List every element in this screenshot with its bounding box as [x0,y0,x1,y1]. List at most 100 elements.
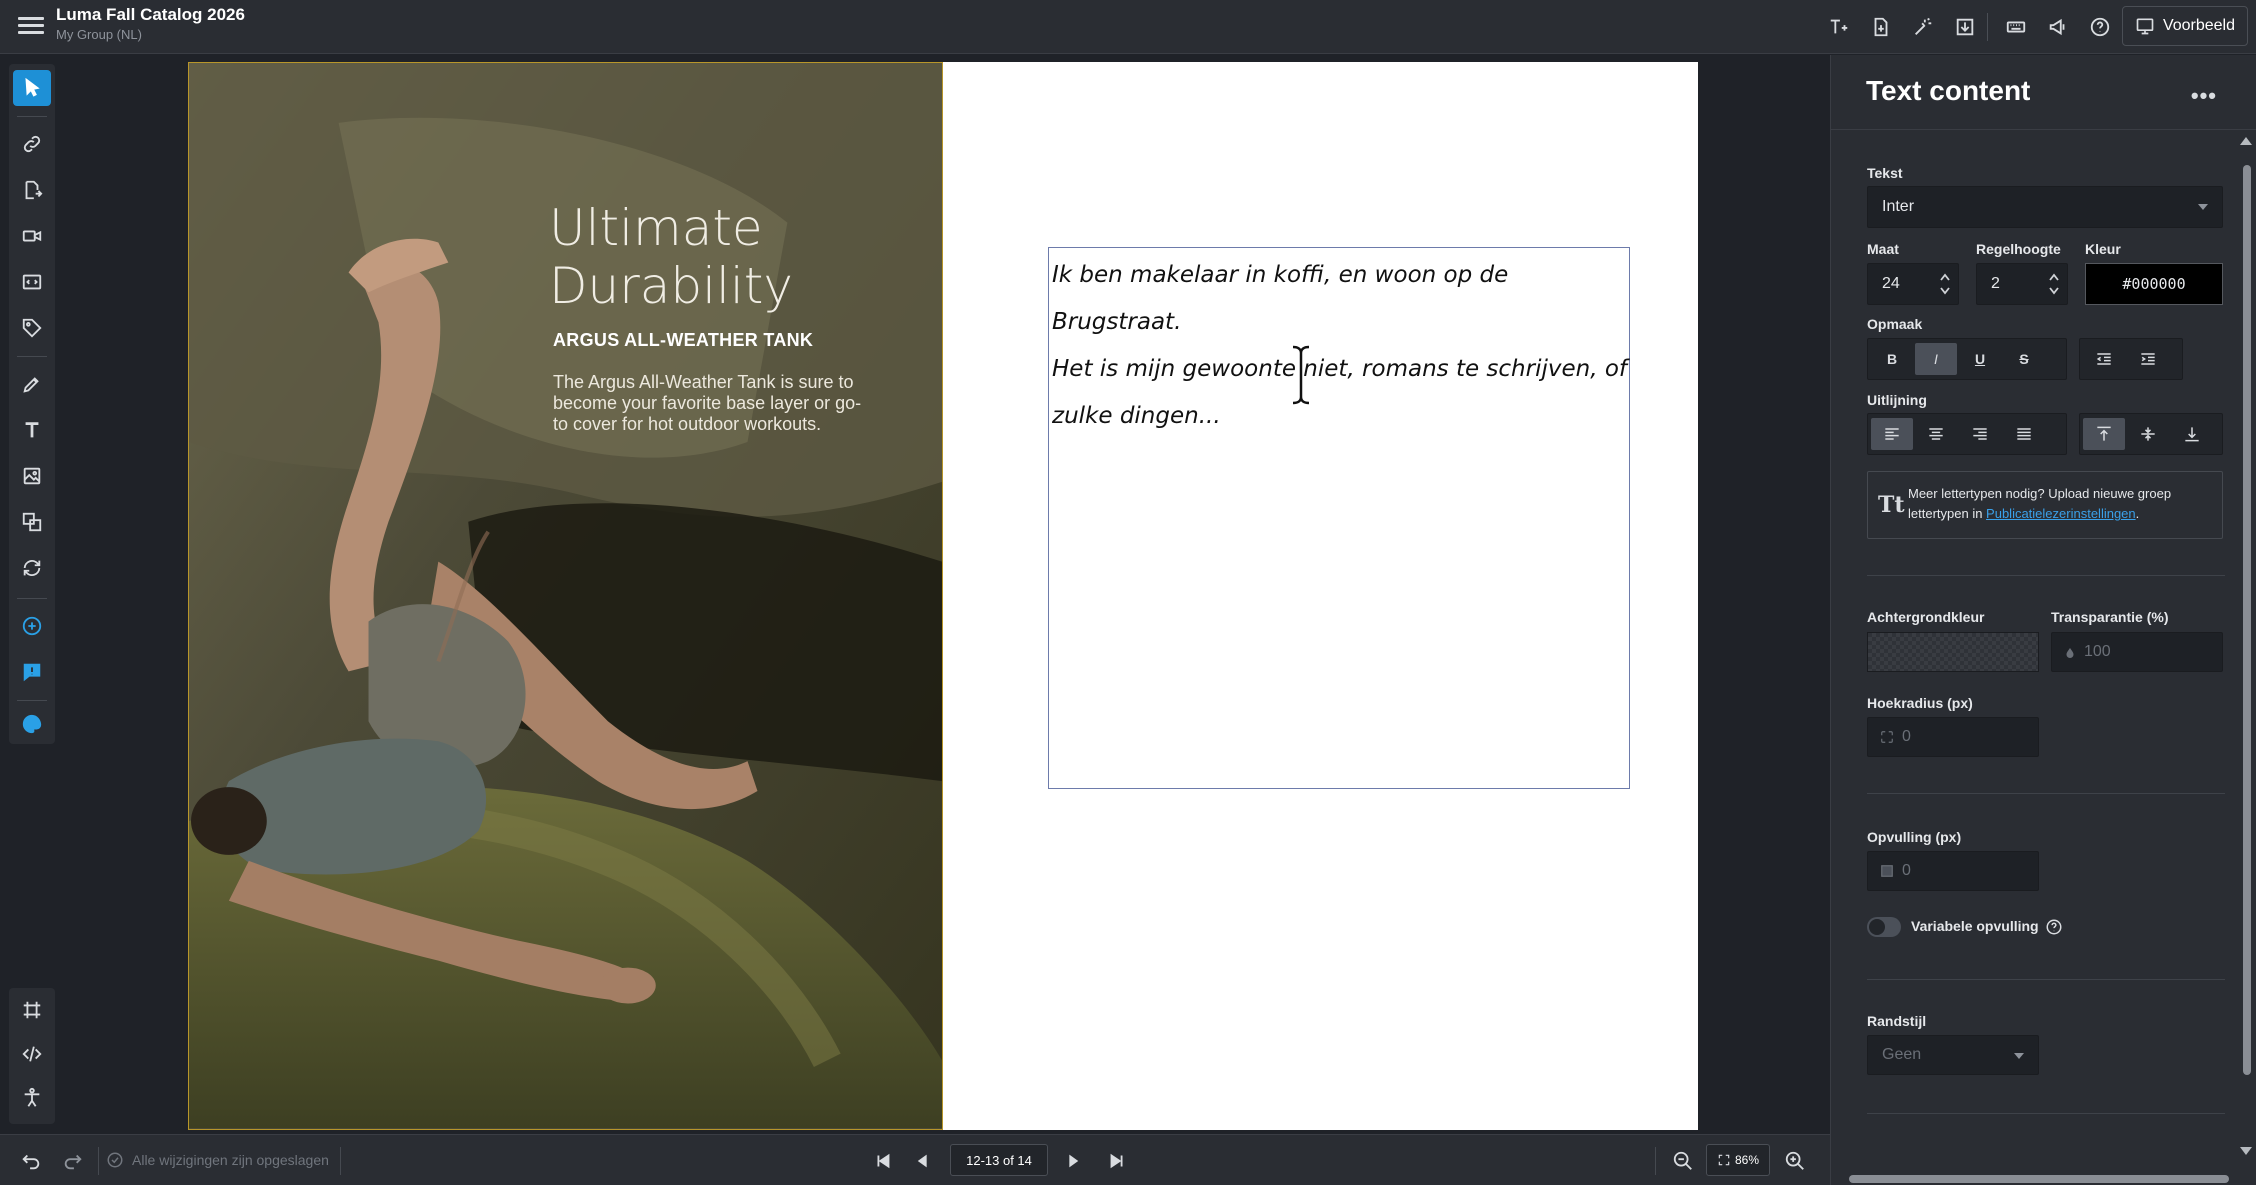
pointer-icon[interactable] [13,70,51,106]
achtergrond-label: Achtergrondkleur [1867,609,1985,625]
feedback-icon[interactable] [13,654,51,690]
line-height-value: 2 [1991,275,2000,292]
align-right-icon[interactable] [1959,418,2001,450]
palette-icon[interactable] [13,706,51,742]
last-page-icon[interactable] [1104,1148,1130,1174]
product-name[interactable]: ARGUS ALL-WEATHER TANK [553,330,813,351]
drop-icon [2066,648,2074,658]
transparency-input[interactable]: 100 [2051,632,2223,672]
preview-button[interactable]: Voorbeeld [2121,6,2248,46]
divider [1655,1147,1656,1175]
font-size-stepper[interactable]: 24 [1867,263,1959,305]
underline-button[interactable]: U [1959,343,2001,375]
zoom-out-icon[interactable] [1670,1148,1696,1174]
catalog-page-left[interactable]: Ultimate Durability ARGUS ALL-WEATHER TA… [188,62,943,1130]
zoom-level[interactable]: 86% [1706,1144,1770,1176]
corner-radius-input[interactable]: 0 [1867,717,2039,757]
border-style-value: Geen [1882,1046,1922,1063]
bottom-bar: Alle wijzigingen zijn opgeslagen 12-13 o… [0,1134,1830,1185]
opmaak-label: Opmaak [1867,316,1923,332]
page-export-icon[interactable] [13,172,51,208]
embed-code-icon[interactable] [13,264,51,300]
font-size-value: 24 [1882,275,1900,292]
fit-icon [1718,1154,1730,1166]
align-top-icon[interactable] [2083,418,2125,450]
align-justify-icon[interactable] [2003,418,2045,450]
megaphone-icon[interactable] [2040,10,2076,44]
undo-icon[interactable] [18,1148,44,1174]
page-indicator[interactable]: 12-13 of 14 [950,1144,1048,1176]
first-page-icon[interactable] [870,1148,896,1174]
format-buttons: B I U S [1867,338,2067,380]
font-upload-info: Tt Meer lettertypen nodig? Upload nieuwe… [1867,471,2223,539]
settings-link[interactable]: Publicatielezerinstellingen [1986,506,2136,521]
help-icon[interactable] [2082,10,2118,44]
text-frame-content[interactable]: Ik ben makelaar in koffi, en woon op de … [1052,252,1632,440]
panel-header: Text content ••• [1831,55,2256,130]
text-line: Het is mijn gewoonte niet, romans te sch… [1052,356,1627,382]
check-circle-icon [107,1152,123,1168]
indent-icon[interactable] [2127,343,2169,375]
border-style-select[interactable]: Geen [1867,1035,2039,1075]
text-tool-icon[interactable] [13,412,51,448]
previous-page-icon[interactable] [910,1148,936,1174]
top-actions [1815,10,2118,44]
vertical-scrollbar[interactable] [2243,165,2251,1075]
headline[interactable]: Ultimate Durability [549,199,793,315]
variable-padding-toggle[interactable] [1867,917,1901,937]
next-page-icon[interactable] [1060,1148,1086,1174]
more-options-icon[interactable]: ••• [2191,83,2217,109]
redo-icon[interactable] [60,1148,86,1174]
bold-button[interactable]: B [1871,343,1913,375]
stepper-arrows-icon[interactable] [2049,271,2059,297]
magic-wand-icon[interactable] [1905,10,1941,44]
align-middle-icon[interactable] [2127,418,2169,450]
image-icon[interactable] [13,458,51,494]
text-line: zulke dingen... [1052,403,1221,429]
padding-input[interactable]: 0 [1867,851,2039,891]
align-center-icon[interactable] [1915,418,1957,450]
stepper-arrows-icon[interactable] [1940,271,1950,297]
align-left-icon[interactable] [1871,418,1913,450]
artboard-icon[interactable] [13,992,51,1028]
outdent-icon[interactable] [2083,343,2125,375]
monitor-icon [2136,18,2154,35]
sync-icon[interactable] [13,550,51,586]
scroll-down-icon[interactable] [2240,1147,2252,1155]
color-field[interactable]: #000000 [2085,263,2223,305]
transparency-value: 100 [2084,643,2111,660]
top-bar: Luma Fall Catalog 2026 My Group (NL) Voo… [0,0,2256,54]
indent-buttons [2079,338,2183,380]
menu-icon[interactable] [18,13,44,39]
download-icon[interactable] [1947,10,1983,44]
text-cursor-icon [1292,345,1310,405]
link-icon[interactable] [13,126,51,162]
italic-button[interactable]: I [1915,343,1957,375]
document-export-icon[interactable] [1863,10,1899,44]
text-line: Ik ben makelaar in koffi, en woon op de … [1052,262,1509,335]
code-icon[interactable] [13,1036,51,1072]
shape-tool-icon[interactable] [13,366,51,402]
tag-icon[interactable] [13,310,51,346]
product-description[interactable]: The Argus All-Weather Tank is sure to be… [553,372,873,435]
keyboard-icon[interactable] [1998,10,2034,44]
layers-icon[interactable] [13,504,51,540]
line-height-stepper[interactable]: 2 [1976,263,2068,305]
panel-title: Text content [1866,75,2031,106]
background-color-swatch[interactable] [1867,632,2039,672]
video-icon[interactable] [13,218,51,254]
align-bottom-icon[interactable] [2171,418,2213,450]
accessibility-icon[interactable] [13,1080,51,1116]
font-select[interactable]: Inter [1867,186,2223,228]
strikethrough-button[interactable]: S [2003,343,2045,375]
help-icon[interactable] [2045,918,2063,936]
add-circle-icon[interactable] [13,608,51,644]
scroll-up-icon[interactable] [2240,137,2252,145]
regelhoogte-label: Regelhoogte [1976,241,2061,257]
divider [17,116,47,117]
zoom-in-icon[interactable] [1782,1148,1808,1174]
zoom-value: 86% [1734,1153,1760,1167]
text-add-icon[interactable] [1821,10,1857,44]
horizontal-scrollbar[interactable] [1849,1175,2229,1183]
properties-panel: Text content ••• Tekst Inter Maat 24 Reg… [1830,55,2256,1185]
